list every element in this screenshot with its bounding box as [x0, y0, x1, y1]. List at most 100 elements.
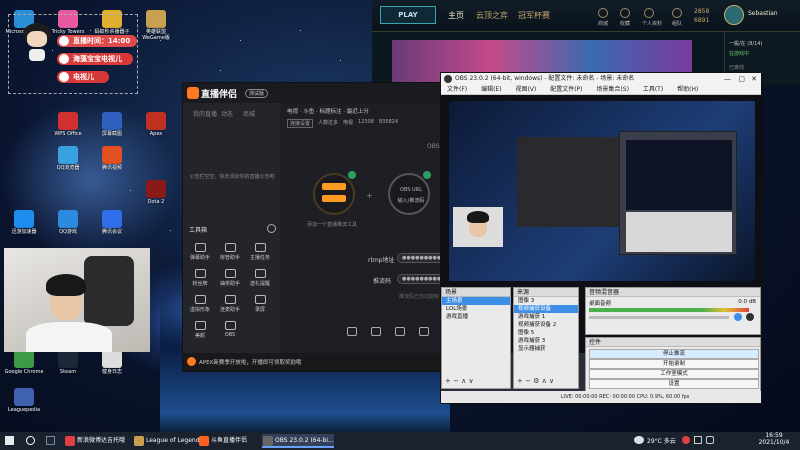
search-icon[interactable] — [26, 436, 35, 445]
desktop-icon[interactable]: Google Chrome — [2, 350, 46, 375]
taskbar-app-icon — [134, 436, 144, 446]
desktop-icon[interactable]: Steam — [46, 350, 90, 375]
app-icon — [58, 210, 78, 228]
steam-taskbar-icon[interactable] — [46, 436, 55, 445]
beauty-tool-icon[interactable] — [395, 327, 405, 336]
menu-view[interactable]: 视图(V) — [515, 86, 536, 93]
clock[interactable]: 16:59 2021/10/4 — [754, 432, 794, 446]
source-item[interactable]: 游戏捕获 1 — [514, 313, 578, 321]
play-button[interactable]: PLAY — [380, 6, 436, 24]
tool-item[interactable]: 抽奖助手 — [219, 269, 241, 287]
volume-slider[interactable] — [589, 316, 729, 319]
tab-clash[interactable]: 冠军杯赛 — [518, 10, 550, 21]
menu-help[interactable]: 帮助(H) — [677, 86, 698, 93]
menu-profile[interactable]: 配置文件(P) — [550, 86, 582, 93]
source-item[interactable]: 视频捕获设备 2 — [514, 321, 578, 329]
tab-store[interactable]: 商城 — [243, 109, 255, 118]
tool-item[interactable]: 送礼提醒 — [249, 269, 271, 287]
desktop-icon[interactable]: Leaguepedia — [2, 388, 46, 413]
scene-add-button[interactable]: + − ∧ ∨ — [445, 377, 474, 385]
stop-stream-button[interactable]: 停止推流 — [589, 349, 759, 359]
tool-item[interactable]: 弹幕助手 — [189, 243, 211, 261]
desktop-icon[interactable]: Dota 2 — [134, 180, 178, 205]
settings-tool-icon[interactable] — [347, 327, 357, 336]
taskbar-app[interactable]: 斗鱼直播伴侣 — [198, 434, 258, 448]
record-tool-icon[interactable] — [371, 327, 381, 336]
scene-item[interactable]: 游戏直播 — [442, 313, 510, 321]
stat-connection[interactable]: 连接设置 — [287, 119, 314, 128]
tool-item[interactable]: 粉丝牌 — [189, 269, 211, 287]
minimize-button[interactable]: — — [724, 73, 731, 85]
app-icon — [14, 350, 34, 368]
desktop-icon[interactable]: 迅游加速器 — [2, 210, 46, 235]
scene-item[interactable]: 主场景 — [442, 297, 510, 305]
step2-circle: OBS URL 输入/推流码 — [388, 173, 430, 215]
start-record-button[interactable]: 开始录制 — [589, 359, 759, 369]
tool-item[interactable]: 虚拟形象 — [189, 295, 211, 313]
menu-file[interactable]: 文件(F) — [447, 86, 467, 93]
desktop-icon[interactable]: QQ游戏 — [46, 210, 90, 235]
avatar[interactable] — [724, 5, 744, 25]
tool-item[interactable]: 房管助手 — [219, 243, 241, 261]
app-icon — [102, 210, 122, 228]
tool-item[interactable]: OBS — [219, 321, 241, 338]
tool-item[interactable]: 美颜 — [189, 321, 211, 339]
scene-item[interactable]: LOL场景 — [442, 305, 510, 313]
speaker-icon[interactable] — [734, 313, 742, 321]
companion-sidebar: 我的直播 动态 商城 公告栏空空，快去添加你的直播公告吧 工具箱 弹幕助手 房管助… — [183, 103, 280, 371]
desktop-icon[interactable]: WPS Office — [46, 112, 90, 137]
taskbar: 新浪微博达吉托哦 League of Legends 斗鱼直播伴侣 OBS 23.0.… — [0, 432, 800, 450]
room-info: 电视 · 斗鱼 · 标题标注 · 最近上分 — [287, 109, 369, 115]
desktop-icon[interactable]: 英雄联盟 WeGame版 — [134, 10, 178, 41]
tab-tft[interactable]: 云顶之弈 — [476, 10, 508, 21]
desktop-icon[interactable]: 屏幕截图 — [90, 112, 134, 137]
step1-circle — [313, 173, 355, 215]
network-icon[interactable] — [694, 436, 702, 444]
username: Sebastian — [748, 10, 778, 17]
menu-tools[interactable]: 工具(T) — [643, 86, 663, 93]
app-icon — [102, 146, 122, 164]
source-item[interactable]: 图像 3 — [514, 297, 578, 305]
preview-nested-companion — [517, 137, 627, 227]
taskbar-app[interactable]: 新浪微博达吉托哦 — [64, 434, 130, 448]
party-icon[interactable] — [672, 8, 682, 18]
app-icon — [102, 112, 122, 130]
collection-icon[interactable] — [620, 8, 630, 18]
tool-item[interactable]: 主播任务 — [249, 243, 271, 261]
taskbar-app[interactable]: OBS 23.0.2 (64-bi... — [262, 434, 334, 448]
tab-feed[interactable]: 动态 — [221, 109, 233, 118]
tab-my-live[interactable]: 我的直播 — [193, 109, 217, 118]
desktop-icon[interactable]: Apex — [134, 112, 178, 137]
tool-item[interactable]: 录屏 — [249, 295, 271, 313]
desktop-icon[interactable]: 健身日志 — [90, 350, 134, 375]
source-item[interactable]: 游戏捕获 3 — [514, 337, 578, 345]
maximize-button[interactable]: ▢ — [738, 73, 745, 85]
scenes-panel: 场景 主场景 LOL场景 游戏直播 + − ∧ ∨ — [441, 287, 511, 389]
taskbar-app[interactable]: League of Legends — [133, 434, 203, 448]
desktop-icon[interactable]: QQ浏览器 — [46, 146, 90, 171]
menu-scene-collection[interactable]: 场景集合(S) — [596, 86, 629, 93]
start-icon[interactable] — [5, 436, 14, 445]
studio-mode-button[interactable]: 工作室模式 — [589, 369, 759, 379]
notice-hint: 公告栏空空，快去添加你的直播公告吧 — [189, 174, 275, 180]
source-item[interactable]: 视频捕获设备 — [514, 305, 578, 313]
close-button[interactable]: ✕ — [751, 73, 757, 85]
mic-tool-icon[interactable] — [419, 327, 429, 336]
app-icon — [58, 112, 78, 130]
tool-icon — [194, 321, 206, 330]
source-item[interactable]: 图像 5 — [514, 329, 578, 337]
settings-icon[interactable] — [267, 224, 276, 233]
store-icon[interactable] — [598, 8, 608, 18]
tab-home[interactable]: 主页 — [448, 10, 464, 21]
menu-edit[interactable]: 编辑(E) — [481, 86, 501, 93]
desktop-icon[interactable]: 腾讯视频 — [90, 146, 134, 171]
profile-icon[interactable] — [644, 8, 654, 18]
tool-item[interactable]: 连麦助手 — [219, 295, 241, 313]
source-add-button[interactable]: + − ⚙ ∧ ∨ — [517, 377, 554, 385]
source-item[interactable]: 显示器捕获 — [514, 345, 578, 353]
tray-icon[interactable] — [682, 436, 690, 444]
settings-button[interactable]: 设置 — [589, 379, 759, 389]
gear-icon[interactable] — [746, 313, 754, 321]
volume-icon[interactable] — [706, 436, 714, 444]
desktop-icon[interactable]: 腾讯会议 — [90, 210, 134, 235]
